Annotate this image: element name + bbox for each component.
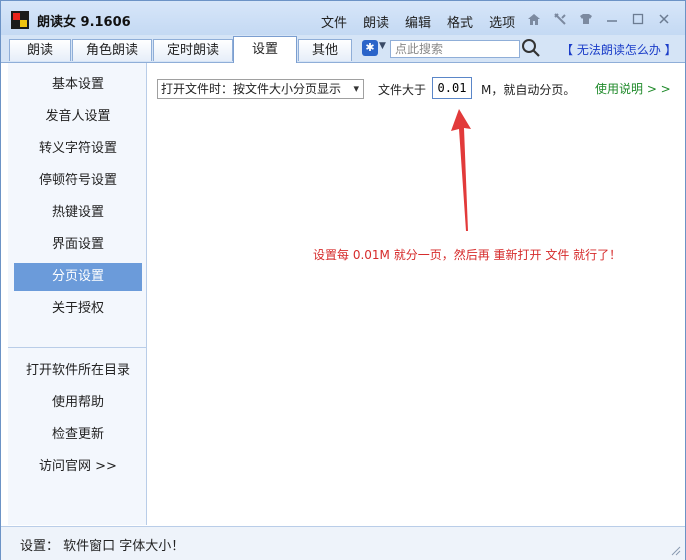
- sidebar-item-license[interactable]: 关于授权: [14, 295, 142, 323]
- size-threshold-suffix: M，就自动分页。: [481, 83, 576, 97]
- search-icon[interactable]: [521, 38, 541, 58]
- menu-format[interactable]: 格式: [439, 12, 481, 31]
- search-input[interactable]: [390, 40, 520, 58]
- menu-read[interactable]: 朗读: [355, 12, 397, 31]
- home-icon[interactable]: [525, 11, 543, 27]
- open-mode-value: 打开文件时：按文件大小分页显示: [161, 82, 342, 96]
- search-engine-icon[interactable]: ✱: [362, 40, 378, 56]
- minimize-icon[interactable]: [603, 11, 621, 27]
- annotation-arrow-icon: [451, 109, 471, 231]
- open-mode-select[interactable]: 打开文件时：按文件大小分页显示 ▾: [157, 79, 364, 99]
- menu-options[interactable]: 选项: [481, 12, 523, 31]
- skin-icon[interactable]: [577, 11, 595, 27]
- sidebar-item-open-folder[interactable]: 打开软件所在目录: [14, 357, 142, 385]
- search-engine-dropdown-icon[interactable]: ▼: [379, 41, 386, 51]
- menu-bar: 文件 朗读 编辑 格式 选项: [313, 12, 523, 31]
- status-bar: 设置： 软件窗口 字体大小！: [1, 526, 685, 560]
- sidebar-item-help[interactable]: 使用帮助: [14, 389, 142, 417]
- app-title: 朗读女 9.1606: [37, 15, 131, 30]
- tab-timed-read[interactable]: 定时朗读: [153, 39, 233, 61]
- sidebar-item-escape-chars[interactable]: 转义字符设置: [14, 135, 142, 163]
- settings-sidebar: 基本设置 发音人设置 转义字符设置 停顿符号设置 热键设置 界面设置 分页设置 …: [8, 63, 147, 525]
- resize-grip-icon[interactable]: [669, 544, 681, 556]
- pin-icon[interactable]: [551, 11, 569, 27]
- menu-file[interactable]: 文件: [313, 12, 355, 31]
- tab-settings[interactable]: 设置: [233, 36, 297, 63]
- paging-settings-panel: 打开文件时：按文件大小分页显示 ▾ 文件大于 M，就自动分页。 使用说明 > >…: [147, 63, 684, 525]
- title-bar: 朗读女 9.1606 文件 朗读 编辑 格式 选项: [1, 1, 685, 35]
- sidebar-item-hotkeys[interactable]: 热键设置: [14, 199, 142, 227]
- status-text: 设置： 软件窗口 字体大小！: [20, 539, 185, 554]
- usage-instructions-link[interactable]: 使用说明 > >: [595, 80, 671, 97]
- menu-edit[interactable]: 编辑: [397, 12, 439, 31]
- sidebar-item-paging[interactable]: 分页设置: [14, 263, 142, 291]
- window-controls: [525, 11, 673, 27]
- close-icon[interactable]: [655, 11, 673, 27]
- tab-read[interactable]: 朗读: [9, 39, 71, 61]
- annotation-text: 设置每 0.01M 就分一页，然后再 重新打开 文件 就行了！: [313, 248, 622, 262]
- sidebar-item-pause-symbols[interactable]: 停顿符号设置: [14, 167, 142, 195]
- tab-role-read[interactable]: 角色朗读: [72, 39, 152, 61]
- help-link[interactable]: 【 无法朗读怎么办 】: [561, 41, 677, 58]
- tab-bar: 朗读 角色朗读 定时朗读 设置 其他 ✱ ▼ 【 无法朗读怎么办 】: [1, 35, 685, 63]
- sidebar-divider: [8, 347, 146, 348]
- sidebar-item-website[interactable]: 访问官网 >>: [14, 453, 142, 481]
- app-window: 朗读女 9.1606 文件 朗读 编辑 格式 选项 朗读 角色朗读 定时朗读 设…: [0, 0, 686, 560]
- size-threshold-label: 文件大于: [378, 83, 427, 97]
- maximize-icon[interactable]: [629, 11, 647, 27]
- sidebar-item-check-update[interactable]: 检查更新: [14, 421, 142, 449]
- sidebar-item-interface[interactable]: 界面设置: [14, 231, 142, 259]
- app-logo-icon: [11, 11, 29, 29]
- chevron-down-icon: ▾: [353, 82, 359, 95]
- sidebar-item-basic[interactable]: 基本设置: [14, 71, 142, 99]
- sidebar-item-voice[interactable]: 发音人设置: [14, 103, 142, 131]
- size-threshold-input[interactable]: [432, 77, 472, 99]
- tab-other[interactable]: 其他: [298, 39, 352, 61]
